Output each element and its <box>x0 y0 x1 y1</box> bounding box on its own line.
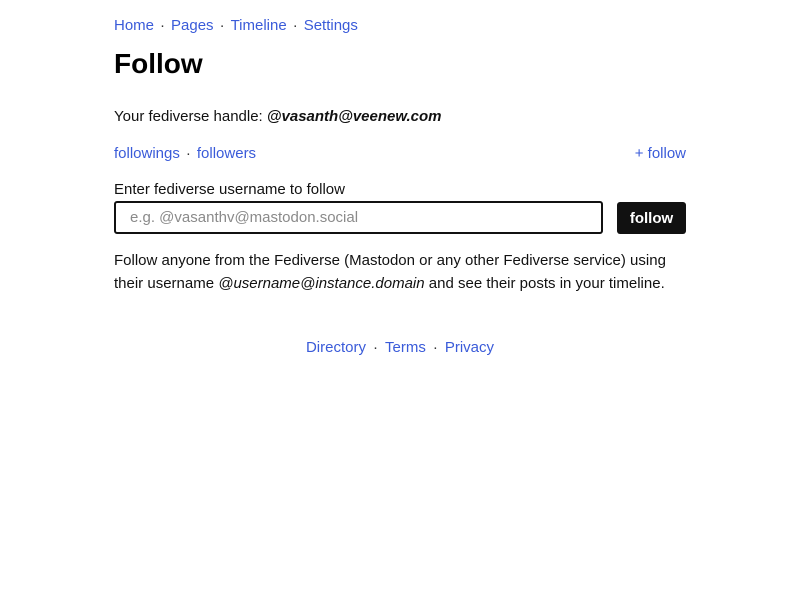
nav-separator: · <box>219 17 225 34</box>
top-nav: Home · Pages · Timeline · Settings <box>114 16 358 36</box>
add-follow-link[interactable]: + follow <box>635 144 686 164</box>
nav-separator: · <box>160 17 166 34</box>
footer-link-privacy[interactable]: Privacy <box>445 339 494 356</box>
username-field-label: Enter fediverse username to follow <box>114 181 345 198</box>
username-format-example: @username@instance.domain <box>218 275 425 292</box>
footer-links: Directory · Terms · Privacy <box>0 338 800 358</box>
follow-button[interactable]: follow <box>617 202 686 234</box>
follow-links: followings · followers <box>114 144 256 164</box>
footer-separator: · <box>372 339 378 356</box>
footer-separator: · <box>432 339 438 356</box>
help-text: Follow anyone from the Fediverse (Mastod… <box>114 249 689 295</box>
nav-link-timeline[interactable]: Timeline <box>231 17 287 34</box>
links-separator: · <box>185 145 191 162</box>
page-title: Follow <box>114 48 203 79</box>
followings-link[interactable]: followings <box>114 145 180 162</box>
followers-link[interactable]: followers <box>197 145 256 162</box>
nav-separator: · <box>292 17 298 34</box>
nav-link-settings[interactable]: Settings <box>304 17 358 34</box>
username-input[interactable] <box>114 201 603 234</box>
nav-link-pages[interactable]: Pages <box>171 17 214 34</box>
handle-label: Your fediverse handle: <box>114 108 267 125</box>
footer-link-directory[interactable]: Directory <box>306 339 366 356</box>
footer-link-terms[interactable]: Terms <box>385 339 426 356</box>
nav-link-home[interactable]: Home <box>114 17 154 34</box>
fediverse-handle-line: Your fediverse handle: @vasanth@veenew.c… <box>114 107 442 127</box>
handle-value: @vasanth@veenew.com <box>266 108 442 125</box>
help-text-outro: and see their posts in your timeline. <box>424 275 665 292</box>
